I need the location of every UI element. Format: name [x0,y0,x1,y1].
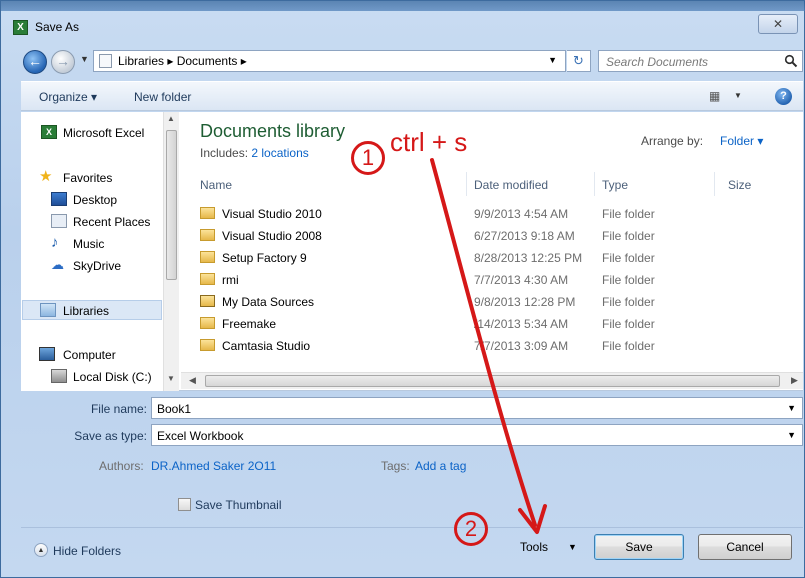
save-thumbnail-label[interactable]: Save Thumbnail [195,498,282,512]
nav-item-microsoft-excel[interactable]: X Microsoft Excel [21,123,171,143]
nav-item-favorites[interactable]: ★ Favorites [21,168,171,188]
address-bar[interactable]: Libraries ▸ Documents ▸ ▼ [93,50,566,72]
search-box[interactable] [598,50,803,72]
breadcrumb[interactable]: Libraries ▸ Documents ▸ [118,54,247,68]
folder-icon [200,251,215,263]
step-1-shortcut-text: ctrl + s [390,127,468,157]
tags-field[interactable]: Add a tag [415,459,466,473]
column-divider[interactable] [466,172,467,196]
nav-item-recent-places[interactable]: Recent Places [21,212,171,232]
nav-item-libraries[interactable]: Libraries [22,300,162,320]
nav-item-skydrive[interactable]: ☁ SkyDrive [21,256,171,276]
nav-item-computer[interactable]: Computer [21,345,171,365]
title-bar: X Save As ✕ [1,9,805,41]
nav-item-music[interactable]: ♪ Music [21,234,171,254]
organize-button[interactable]: Organize ▾ [39,90,97,104]
excel-icon: X [41,125,57,139]
disk-icon [51,369,67,383]
save-type-dropdown-arrow[interactable]: ▼ [787,430,796,440]
navigation-pane: X Microsoft Excel ★ Favorites Desktop Re… [21,112,179,391]
footer-divider [21,527,803,528]
step-1-circle: 1 [351,141,385,175]
star-icon: ★ [39,168,53,185]
view-options-icon[interactable]: ▦ [709,89,725,103]
nav-item-local-disk[interactable]: Local Disk (C:) [21,367,171,387]
scroll-thumb[interactable] [205,375,780,387]
recent-places-icon [51,214,67,228]
back-button[interactable]: ← [23,50,47,74]
save-as-dialog: X Save As ✕ ← → ▼ Libraries ▸ Documents … [0,0,805,578]
tools-dropdown-arrow[interactable]: ▼ [568,542,577,552]
save-as-type-select[interactable]: Excel Workbook ▼ [151,424,803,446]
arrange-by-dropdown[interactable]: Folder ▾ [720,134,763,148]
arrange-by-label: Arrange by: [641,134,704,148]
save-as-type-label: Save as type: [74,429,147,443]
file-row[interactable]: Visual Studio 2008 6/27/2013 9:18 AM Fil… [197,225,787,247]
window-title: Save As [35,20,80,34]
file-row[interactable]: Camtasia Studio 7/7/2013 3:09 AM File fo… [197,335,787,357]
library-includes: Includes: 2 locations [200,146,309,160]
file-row[interactable]: Visual Studio 2010 9/9/2013 4:54 AM File… [197,203,787,225]
tags-label: Tags: [381,459,410,473]
command-toolbar: Organize ▾ New folder ▦ ▼ ? [21,81,803,111]
search-input[interactable] [604,54,779,70]
file-row[interactable]: My Data Sources 9/8/2013 12:28 PM File f… [197,291,787,313]
nav-item-desktop[interactable]: Desktop [21,190,171,210]
file-row[interactable]: rmi 7/7/2013 4:30 AM File folder [197,269,787,291]
recent-pages-dropdown[interactable]: ▼ [80,54,89,64]
folder-icon [200,317,215,329]
refresh-button[interactable]: ↻ [567,50,591,72]
save-thumbnail-checkbox[interactable] [178,498,191,511]
column-header-date[interactable]: Date modified [474,178,548,192]
column-header-type[interactable]: Type [602,178,628,192]
computer-icon [39,347,55,361]
desktop-icon [51,192,67,206]
authors-field[interactable]: DR.Ahmed Saker 2O11 [151,459,276,473]
scroll-left-arrow[interactable]: ◀ [189,375,196,386]
file-name-field[interactable]: Book1 ▼ [151,397,803,419]
collapse-icon: ▲ [34,543,48,557]
search-icon[interactable] [784,54,798,68]
skydrive-icon: ☁ [51,257,64,272]
view-dropdown-arrow[interactable]: ▼ [734,91,742,100]
address-dropdown-arrow[interactable]: ▼ [548,55,557,65]
column-divider[interactable] [594,172,595,196]
tools-button[interactable]: Tools [520,540,548,554]
folder-icon [200,273,215,285]
folder-location-icon [99,54,112,68]
cancel-button[interactable]: Cancel [698,534,792,560]
file-name-label: File name: [90,402,147,416]
scroll-right-arrow[interactable]: ▶ [791,375,798,386]
excel-icon: X [13,20,28,35]
nav-pane-scrollbar[interactable]: ▲ ▼ [163,112,179,391]
column-divider[interactable] [714,172,715,196]
forward-button[interactable]: → [51,50,75,74]
new-folder-button[interactable]: New folder [134,90,191,104]
help-icon[interactable]: ? [775,88,792,105]
scroll-down-arrow[interactable]: ▼ [167,374,175,383]
step-2-circle: 2 [454,512,488,546]
file-list-pane: Documents library Includes: 2 locations … [181,112,803,391]
music-icon: ♪ [51,234,59,251]
folder-icon [200,229,215,241]
file-row[interactable]: Setup Factory 9 8/28/2013 12:25 PM File … [197,247,787,269]
libraries-icon [40,303,56,317]
locations-link[interactable]: 2 locations [251,146,308,160]
folder-icon [200,339,215,351]
close-button[interactable]: ✕ [758,14,798,34]
data-sources-folder-icon [200,295,215,307]
authors-label: Authors: [99,459,144,473]
save-button[interactable]: Save [594,534,684,560]
hide-folders-button[interactable]: ▲ Hide Folders [34,543,134,561]
horizontal-scrollbar[interactable]: ◀ ▶ [181,372,803,389]
scroll-thumb[interactable] [166,130,177,280]
scroll-up-arrow[interactable]: ▲ [167,114,175,123]
column-header-name[interactable]: Name [200,178,232,192]
library-title: Documents library [200,121,346,141]
file-name-dropdown-arrow[interactable]: ▼ [787,403,796,413]
file-row[interactable]: Freemake /14/2013 5:34 AM File folder [197,313,787,335]
column-header-size[interactable]: Size [728,178,751,192]
folder-icon [200,207,215,219]
